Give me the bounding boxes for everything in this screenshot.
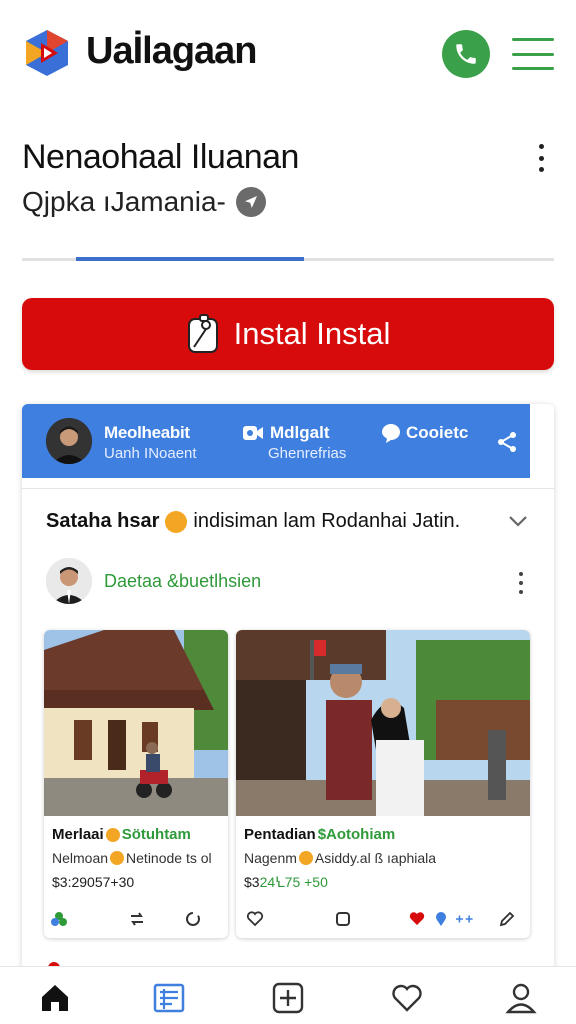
listing-price: $3:29057+30	[52, 874, 135, 890]
video-icon[interactable]	[242, 424, 264, 442]
package-icon	[187, 314, 218, 353]
listing-desc-a: Nagenm	[244, 850, 297, 866]
listing-desc-a: Nelmoan	[52, 850, 109, 866]
refresh-icon[interactable]	[184, 910, 202, 928]
contact-label[interactable]: Cooietc	[406, 423, 468, 443]
app-title: Uaİlagaan	[86, 30, 258, 72]
hamburger-menu-icon[interactable]	[512, 38, 554, 70]
author-name[interactable]: Daetaa &buetlhsien	[104, 571, 261, 592]
listing-desc-b: Netinode ts ol	[126, 850, 212, 866]
listing-card[interactable]: Merlaai Sötuhtam Nelmoan Netinode ts ol …	[44, 630, 228, 938]
recycle-icon[interactable]	[50, 910, 68, 928]
author-avatar[interactable]	[46, 558, 92, 604]
share-icon[interactable]	[496, 431, 518, 453]
more-options-icon[interactable]	[530, 144, 552, 172]
listing-actions	[236, 906, 530, 934]
meta-label[interactable]: Mdlgalt	[270, 423, 330, 443]
feed-icon[interactable]	[152, 981, 186, 1015]
listing-title: Pentadian $Aotohiam	[244, 826, 395, 843]
listing-price-a: $3	[244, 874, 260, 890]
listing-price-b: 24Ꝇ75 +50	[259, 874, 328, 890]
listing-title-b: $Aotohiam	[317, 826, 396, 843]
heart-filled-icon[interactable]	[408, 910, 426, 928]
listing-title: Merlaai Sötuhtam	[52, 826, 191, 843]
emoji-icon	[298, 851, 313, 865]
post-title-bold: Sataha hsar	[46, 510, 160, 532]
install-button[interactable]: Instal Instal	[22, 298, 554, 370]
listing-price: $324Ꝇ75 +50	[244, 874, 328, 891]
listing-card[interactable]: Pentadian $Aotohiam Nagenm Asiddy.al ß ı…	[236, 630, 530, 938]
edit-icon[interactable]	[498, 910, 516, 928]
emoji-icon	[105, 827, 120, 842]
heart-icon[interactable]	[390, 981, 424, 1015]
page-title: Nenaohaal Iluanan	[22, 138, 299, 176]
listing-actions	[44, 906, 228, 934]
emoji-icon	[165, 510, 188, 533]
install-button-label: Instal Instal	[233, 316, 391, 351]
emoji-icon	[110, 851, 125, 865]
phone-icon	[456, 44, 476, 64]
location-icon[interactable]	[235, 187, 266, 217]
listing-photo[interactable]	[236, 630, 530, 816]
meta-sub: Ghenrefrias	[268, 445, 347, 462]
app-bar: Uaİlagaan	[0, 0, 576, 108]
bottom-navigation	[0, 966, 576, 1024]
add-more-icon[interactable]	[456, 910, 474, 928]
avatar[interactable]	[46, 418, 92, 464]
post-title: Sataha hsar indisiman lam Rodanhai Jatin…	[46, 510, 460, 533]
listing-title-a: Pentadian	[244, 826, 316, 843]
post-card: Meolheabit Uanh INoaent Mdlgalt Ghenrefr…	[22, 404, 554, 974]
location-pin-icon[interactable]	[432, 910, 450, 928]
profile-icon[interactable]	[504, 981, 538, 1015]
play-logo-icon[interactable]	[22, 28, 72, 78]
listing-description: Nagenm Asiddy.al ß ıaphiala	[244, 850, 436, 866]
post-options-icon[interactable]	[516, 572, 526, 594]
seller-handle: Uanh INoaent	[104, 445, 197, 462]
page-subtitle: Qjpka ıJamania-	[22, 186, 266, 218]
listing-title-a: Merlaai	[52, 826, 104, 843]
listing-description: Nelmoan Netinode ts ol	[52, 850, 212, 866]
repost-icon[interactable]	[334, 910, 352, 928]
listing-desc-b: Asiddy.al ß ıaphiala	[314, 850, 437, 866]
chevron-down-icon[interactable]	[508, 514, 528, 528]
post-title-rest: indisiman lam Rodanhai Jatin.	[193, 510, 461, 532]
active-tab-indicator	[76, 257, 304, 261]
card-separator	[22, 488, 554, 489]
heart-outline-icon[interactable]	[246, 910, 264, 928]
repost-icon[interactable]	[128, 910, 146, 928]
add-icon[interactable]	[271, 981, 305, 1015]
home-icon[interactable]	[38, 981, 72, 1015]
subtitle-text: Qjpka ıJamania-	[22, 186, 226, 217]
listing-title-b: Sötuhtam	[121, 826, 191, 843]
seller-name[interactable]: Meolheabit	[104, 423, 190, 443]
chat-icon[interactable]	[380, 422, 402, 444]
card-header-bar: Meolheabit Uanh INoaent Mdlgalt Ghenrefr…	[22, 404, 530, 478]
listing-photo[interactable]	[44, 630, 228, 816]
call-button[interactable]	[442, 30, 490, 78]
